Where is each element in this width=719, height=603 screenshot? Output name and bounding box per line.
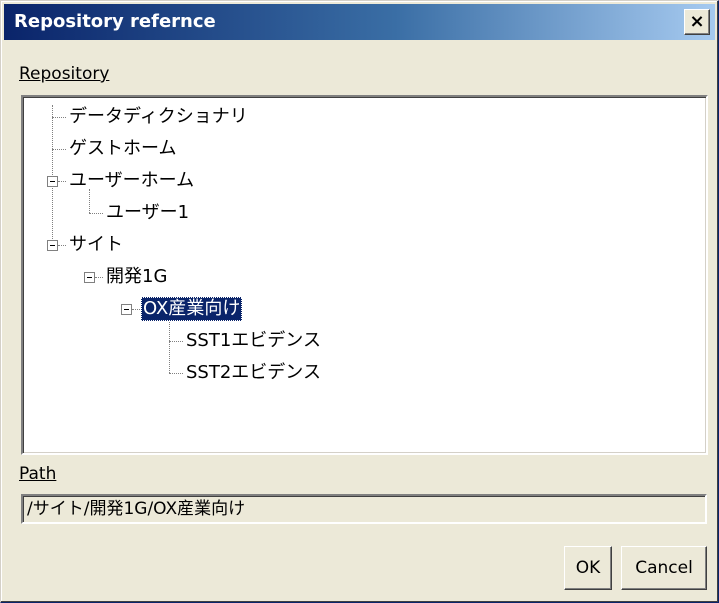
tree-connector: [169, 373, 183, 374]
tree-node-guest-home[interactable]: ゲストホーム: [67, 137, 178, 161]
tree-node-site[interactable]: サイト: [67, 233, 125, 257]
tree-connector: [52, 117, 66, 118]
tree-connector: [95, 277, 103, 278]
tree-connector: [58, 245, 66, 246]
close-icon: ×: [689, 11, 705, 32]
tree-node-sst1-evidence[interactable]: SST1エビデンス: [184, 329, 323, 353]
window-title: Repository refernce: [14, 11, 216, 32]
repository-label-text: Repository: [19, 64, 110, 84]
tree-connector: [52, 149, 66, 150]
tree-node-dev-1g[interactable]: 開発1G: [104, 265, 169, 289]
tree-connector: [169, 317, 170, 373]
tree-connector: [58, 181, 66, 182]
collapse-icon[interactable]: [47, 176, 58, 187]
cancel-button[interactable]: Cancel: [621, 546, 707, 590]
close-button[interactable]: ×: [684, 9, 710, 35]
path-field[interactable]: /サイト/開発1G/OX産業向け: [21, 494, 707, 524]
path-label: Path: [19, 464, 56, 484]
tree-node-data-dictionary[interactable]: データディクショナリ: [67, 105, 250, 129]
ok-button[interactable]: OK: [564, 546, 612, 590]
tree-connector: [52, 105, 53, 245]
tree-node-user-home[interactable]: ユーザーホーム: [67, 169, 196, 193]
path-label-text: Path: [19, 464, 57, 484]
tree-node-ox-industry[interactable]: OX産業向け: [141, 297, 243, 321]
collapse-icon[interactable]: [47, 240, 58, 251]
tree-connector: [89, 213, 103, 214]
tree-node-user1[interactable]: ユーザー1: [104, 201, 191, 225]
repository-label: Repository: [19, 64, 109, 84]
repository-reference-dialog: Repository refernce × Repository データディクシ…: [0, 0, 719, 603]
collapse-icon[interactable]: [121, 304, 132, 315]
repository-tree[interactable]: データディクショナリ ゲストホーム ユーザーホーム ユーザー1 サイト 開発1G…: [21, 95, 708, 455]
title-bar[interactable]: Repository refernce ×: [4, 4, 715, 40]
tree-connector: [169, 341, 183, 342]
collapse-icon[interactable]: [84, 272, 95, 283]
tree-connector: [132, 309, 140, 310]
tree-node-sst2-evidence[interactable]: SST2エビデンス: [184, 361, 323, 385]
